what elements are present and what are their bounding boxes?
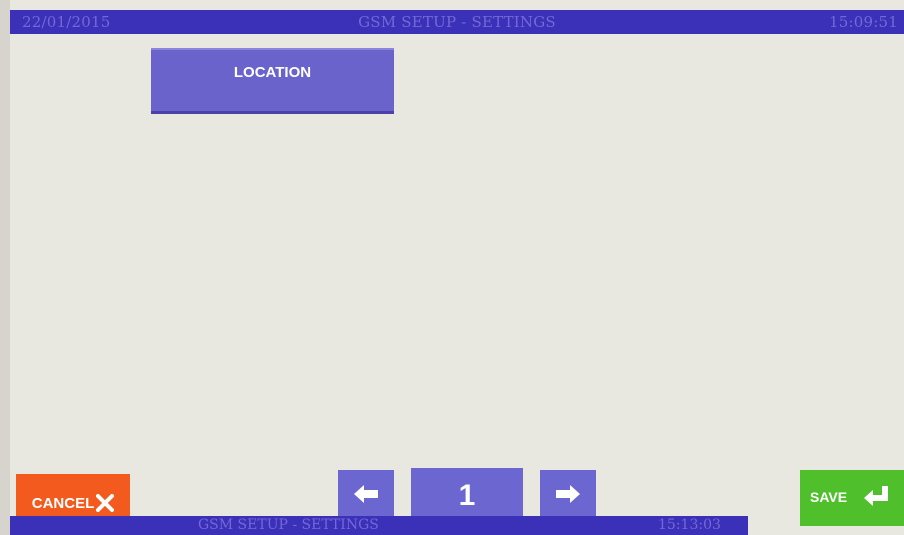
enter-return-icon	[863, 485, 889, 511]
save-button-label: SAVE	[810, 489, 848, 505]
overlapping-title-bar: GSM SETUP - SETTINGS 15:13:03	[10, 516, 748, 535]
title-bar: 22/01/2015 GSM SETUP - SETTINGS 15:09:51	[10, 10, 904, 34]
header-date: 22/01/2015	[22, 13, 111, 31]
page-number: 1	[458, 479, 476, 512]
cancel-button-label: CANCEL	[31, 494, 95, 512]
header-time: 15:09:51	[829, 13, 898, 31]
location-button-label: LOCATION	[233, 64, 312, 81]
gsm-setup-settings-screen: 22/01/2015 GSM SETUP - SETTINGS 15:09:51…	[0, 0, 904, 535]
save-button[interactable]: SAVE	[800, 470, 904, 526]
arrow-left-icon	[353, 484, 379, 508]
screen-bezel-edge	[0, 0, 10, 535]
location-button[interactable]: LOCATION	[151, 48, 394, 114]
header-title: GSM SETUP - SETTINGS	[358, 13, 556, 31]
arrow-right-icon	[555, 484, 581, 508]
overlay-time: 15:13:03	[658, 517, 721, 533]
overlay-title: GSM SETUP - SETTINGS	[198, 517, 379, 533]
next-page-button[interactable]	[540, 470, 596, 522]
previous-page-button[interactable]	[338, 470, 394, 522]
close-icon	[96, 494, 115, 512]
